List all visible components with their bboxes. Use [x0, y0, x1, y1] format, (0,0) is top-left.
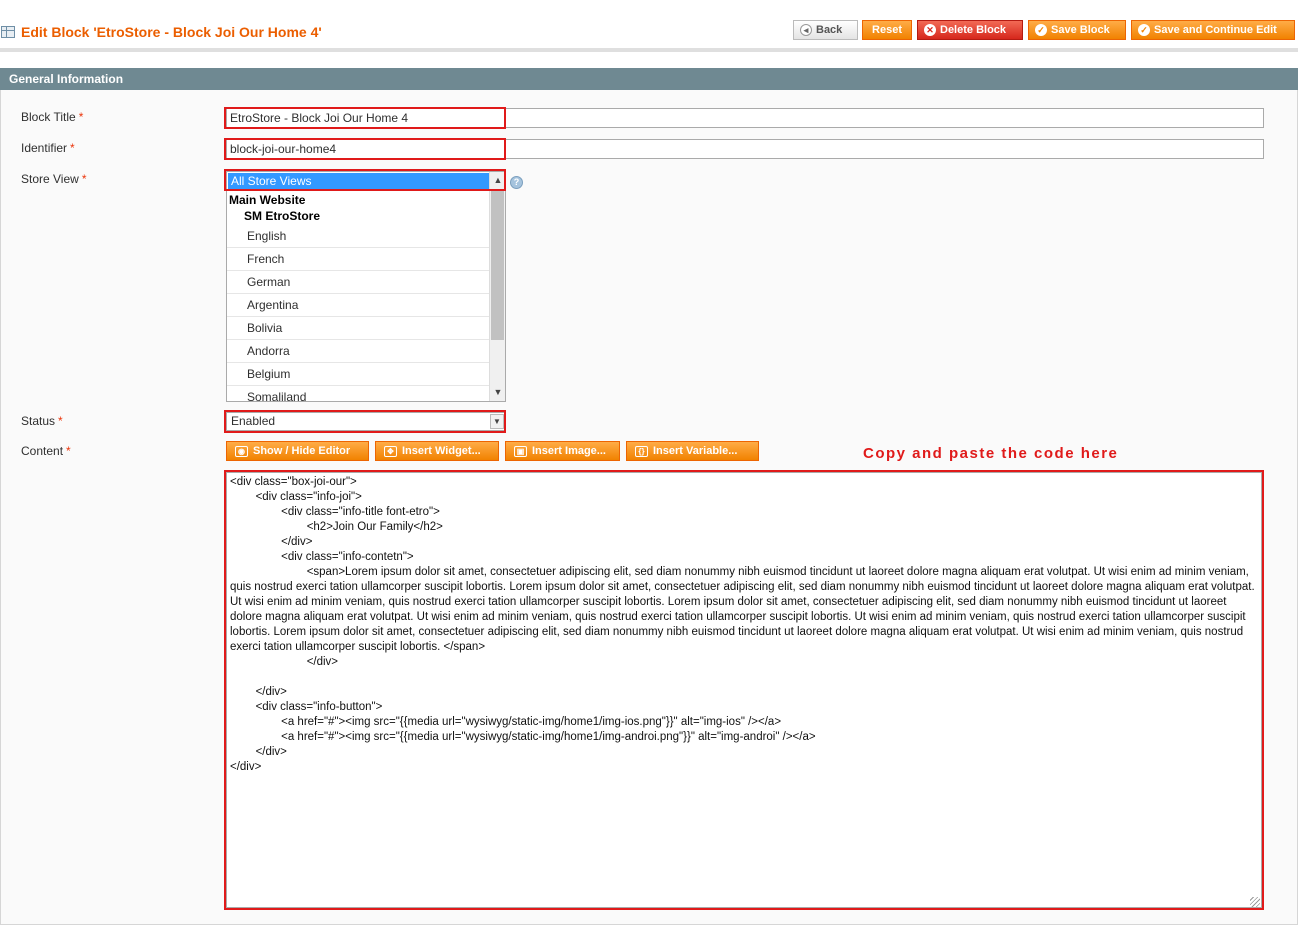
content-label: Content * [21, 444, 71, 458]
eye-icon: ◉ [235, 445, 248, 457]
check-icon: ✓ [1035, 24, 1047, 36]
identifier-label: Identifier * [21, 141, 75, 155]
back-button-label: Back [816, 24, 843, 36]
save-continue-label: Save and Continue Edit [1154, 24, 1277, 36]
store-view-scrollbar[interactable]: ▲ ▼ [489, 172, 505, 401]
insert-widget-button[interactable]: ✥ Insert Widget... [375, 441, 499, 461]
store-view-group-store: SM EtroStore [244, 209, 321, 223]
insert-image-button[interactable]: ▣ Insert Image... [505, 441, 620, 461]
show-hide-editor-button[interactable]: ◉ Show / Hide Editor [226, 441, 369, 461]
identifier-input[interactable]: block-joi-our-home4 [226, 139, 1264, 159]
store-view-group-website: Main Website [229, 193, 306, 207]
variable-icon: {} [635, 445, 648, 457]
insert-widget-label: Insert Widget... [402, 445, 481, 457]
insert-variable-button[interactable]: {} Insert Variable... [626, 441, 759, 461]
store-view-option[interactable]: Bolivia [227, 317, 489, 340]
grid-icon [1, 26, 15, 38]
widget-icon: ✥ [384, 445, 397, 457]
status-label: Status * [21, 414, 63, 428]
image-icon: ▣ [514, 445, 527, 457]
store-view-option[interactable]: Somaliland [227, 386, 489, 401]
page-title: Edit Block 'EtroStore - Block Joi Our Ho… [21, 24, 322, 40]
store-view-option[interactable]: Andorra [227, 340, 489, 363]
delete-icon: ✕ [924, 24, 936, 36]
chevron-up-icon[interactable]: ▲ [492, 173, 504, 187]
store-view-option-selected[interactable]: All Store Views [228, 173, 490, 190]
block-title-input[interactable]: EtroStore - Block Joi Our Home 4 [226, 108, 1264, 128]
store-view-option[interactable]: Argentina [227, 294, 489, 317]
insert-image-label: Insert Image... [532, 445, 606, 457]
save-block-button[interactable]: ✓ Save Block [1028, 20, 1126, 40]
store-view-option[interactable]: Belgium [227, 363, 489, 386]
back-arrow-icon: ◂ [800, 24, 812, 36]
help-icon[interactable]: ? [510, 176, 523, 189]
content-textarea[interactable]: <div class="box-joi-our"> <div class="in… [226, 472, 1262, 908]
delete-button-label: Delete Block [940, 24, 1007, 36]
status-select[interactable]: Enabled ▼ [226, 412, 506, 431]
save-and-continue-button[interactable]: ✓ Save and Continue Edit [1131, 20, 1295, 40]
reset-button-label: Reset [872, 24, 902, 36]
store-view-option[interactable]: German [227, 271, 489, 294]
store-view-multiselect[interactable]: All Store Views Main Website SM EtroStor… [226, 171, 506, 402]
delete-block-button[interactable]: ✕ Delete Block [917, 20, 1023, 40]
section-title: General Information [0, 68, 1298, 90]
show-hide-editor-label: Show / Hide Editor [253, 445, 351, 457]
chevron-down-icon: ▼ [490, 414, 504, 429]
back-button[interactable]: ◂ Back [793, 20, 858, 40]
copy-paste-annotation: Copy and paste the code here [863, 445, 1119, 462]
save-button-label: Save Block [1051, 24, 1110, 36]
insert-variable-label: Insert Variable... [653, 445, 738, 457]
store-view-option[interactable]: English [227, 225, 489, 248]
scrollbar-thumb[interactable] [491, 190, 504, 340]
block-title-label: Block Title * [21, 110, 84, 124]
page-header: Edit Block 'EtroStore - Block Joi Our Ho… [0, 0, 1298, 52]
resize-handle[interactable] [1250, 897, 1260, 907]
store-view-label: Store View * [21, 172, 87, 186]
chevron-down-icon[interactable]: ▼ [492, 385, 504, 399]
status-select-value: Enabled [231, 414, 276, 428]
reset-button[interactable]: Reset [862, 20, 912, 40]
check-icon: ✓ [1138, 24, 1150, 36]
store-view-option[interactable]: French [227, 248, 489, 271]
